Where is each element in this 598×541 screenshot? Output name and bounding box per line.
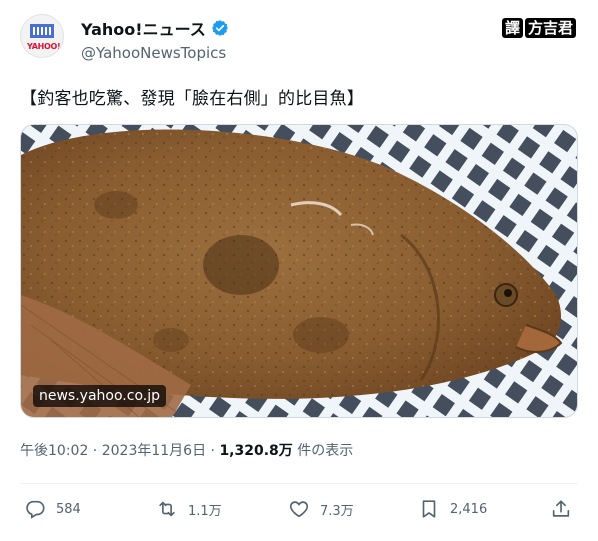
share-icon [552, 500, 570, 517]
divider [20, 483, 578, 484]
flounder-photo [21, 125, 577, 417]
heart-icon [289, 501, 309, 518]
watermark-left: 譯 [501, 18, 523, 38]
reply-icon [26, 500, 45, 519]
retweet-button[interactable]: 1.1万 [156, 498, 222, 520]
display-name[interactable]: Yahoo!ニュース [81, 16, 206, 40]
meta-separator: · [88, 443, 102, 459]
tweet-header: YAHOO! Yahoo!ニュース @YahooNewsTopics 譯 方吉君 [20, 14, 580, 66]
bookmark-count: 2,416 [450, 501, 488, 517]
tweet-meta: 午後10:02 · 2023年11月6日 · 1,320.8万 件の表示 [20, 440, 353, 460]
author-names: Yahoo!ニュース @YahooNewsTopics [81, 16, 229, 62]
bookmark-icon [422, 500, 436, 518]
like-count: 7.3万 [320, 503, 354, 519]
meta-separator: · [206, 443, 220, 459]
translator-watermark: 譯 方吉君 [501, 18, 576, 38]
bookmark-button[interactable]: 2,416 [418, 498, 487, 520]
reply-button[interactable]: 584 [24, 498, 81, 520]
media-image[interactable]: news.yahoo.co.jp [20, 124, 578, 418]
tweet-text: 【釣客也吃驚、發現「臉在右側」的比目魚】 [20, 89, 364, 109]
avatar[interactable]: YAHOO! [20, 14, 64, 58]
link-domain-label[interactable]: news.yahoo.co.jp [33, 385, 166, 407]
display-name-row[interactable]: Yahoo!ニュース [81, 16, 229, 40]
share-button[interactable] [550, 498, 572, 520]
yahoo-logo-icon [30, 24, 54, 38]
tweet-date[interactable]: 2023年11月6日 [102, 443, 206, 459]
action-bar: 584 1.1万 7.3万 2,416 [20, 498, 578, 528]
retweet-count: 1.1万 [188, 503, 222, 519]
retweet-icon [159, 501, 175, 517]
avatar-logo-text: YAHOO! [27, 42, 61, 51]
view-count: 1,320.8万 [219, 443, 293, 459]
watermark-right: 方吉君 [524, 18, 576, 38]
view-count-label: 件の表示 [292, 443, 354, 459]
reply-count: 584 [56, 501, 81, 517]
handle[interactable]: @YahooNewsTopics [81, 44, 229, 62]
like-button[interactable]: 7.3万 [288, 498, 354, 520]
verified-badge-icon [211, 20, 228, 36]
tweet-time[interactable]: 午後10:02 [20, 443, 88, 459]
